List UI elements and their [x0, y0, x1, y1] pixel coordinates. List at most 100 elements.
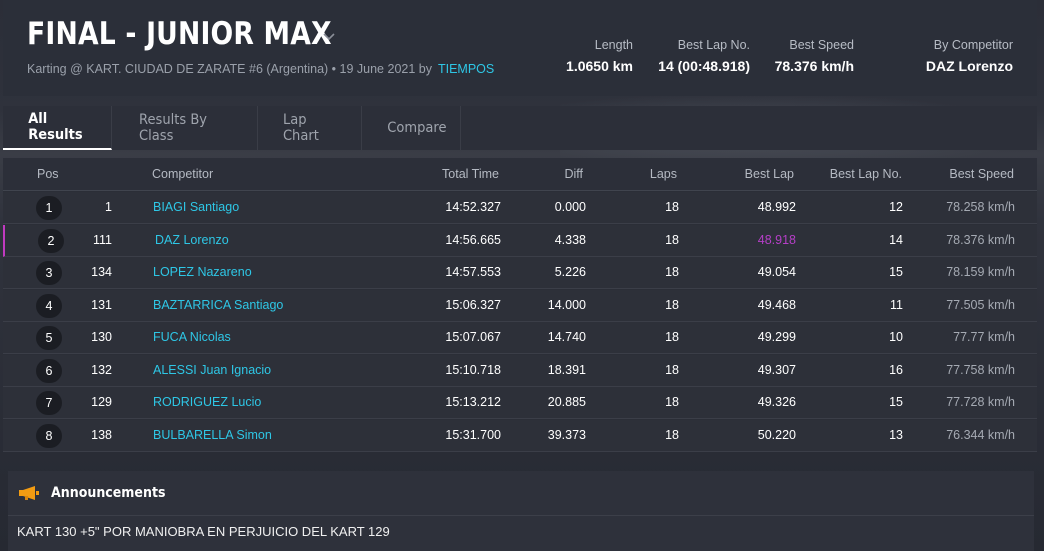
cell-diff: 18.391 [547, 362, 586, 377]
header-best-lap[interactable]: Best Lap [745, 167, 794, 181]
cell-best-lap-no: 16 [889, 362, 903, 377]
cell-total-time: 15:10.718 [445, 362, 501, 377]
megaphone-icon [19, 486, 39, 500]
cell-best-speed: 76.344 km/h [946, 427, 1015, 442]
header-diff[interactable]: Diff [564, 167, 583, 181]
cell-diff: 4.338 [554, 232, 586, 247]
table-row[interactable]: 6 132 ALESSI Juan Ignacio 15:10.718 18.391 18… [3, 354, 1037, 387]
table-row[interactable]: 7 129 RODRIGUEZ Lucio 15:13.212 20.885 18 49.3… [3, 387, 1037, 419]
cell-competitor[interactable]: ALESSI Juan Ignacio [153, 363, 271, 377]
cell-laps: 18 [665, 395, 679, 409]
cell-competitor[interactable]: RODRIGUEZ Lucio [153, 395, 261, 409]
tab-all-results-label: All Results [28, 111, 83, 143]
tab-all-results[interactable]: All Results [3, 106, 112, 150]
cell-competitor[interactable]: BULBARELLA Simon [153, 428, 272, 442]
cell-total-time: 15:13.212 [445, 395, 501, 409]
event-title[interactable]: FINAL - JUNIOR MAX [27, 16, 332, 52]
stat-length-label: Length [594, 38, 633, 52]
position-badge: 2 [38, 228, 64, 253]
header-best-lap-no[interactable]: Best Lap No. [830, 167, 902, 181]
cell-kart-number: 130 [91, 330, 112, 344]
cell-laps: 18 [665, 297, 679, 312]
tab-compare[interactable]: Compare [362, 106, 461, 150]
cell-best-lap: 48.992 [757, 200, 796, 214]
cell-diff: 14.000 [547, 297, 586, 312]
cell-laps: 18 [665, 232, 679, 247]
header-best-speed[interactable]: Best Speed [949, 167, 1014, 181]
cell-kart-number: 138 [91, 427, 112, 442]
cell-competitor[interactable]: BAZTARRICA Santiago [153, 298, 283, 312]
table-row[interactable]: 8 138 BULBARELLA Simon 15:31.700 39.373 18 50.… [3, 419, 1037, 452]
cell-best-lap-no: 12 [889, 200, 903, 214]
cell-best-lap-no: 15 [889, 395, 903, 409]
header-total-time[interactable]: Total Time [442, 167, 499, 181]
table-row[interactable]: 5 130 FUCA Nicolas 15:07.067 14.740 18 49.299 1… [3, 322, 1037, 354]
cell-total-time: 15:31.700 [445, 427, 501, 442]
stat-best-speed-label: Best Speed [789, 38, 854, 52]
results-table: Pos Competitor Total Time Diff Laps Best… [3, 158, 1037, 452]
cell-best-speed: 77.728 km/h [946, 395, 1015, 409]
cell-best-speed: 77.77 km/h [953, 330, 1015, 344]
table-row[interactable]: 2 111 DAZ Lorenzo 14:56.665 4.338 18 48.918 14 7… [3, 224, 1037, 257]
chevron-down-icon[interactable] [323, 30, 335, 42]
cell-best-lap-no: 13 [889, 427, 903, 442]
stat-length-value: 1.0650 km [566, 58, 633, 74]
cell-diff: 39.373 [547, 427, 586, 442]
stat-by-competitor-label: By Competitor [933, 38, 1013, 52]
table-row[interactable]: 1 1 BIAGI Santiago 14:52.327 0.000 18 48.992 12… [3, 192, 1037, 224]
announcement-text: KART 130 +5" POR MANIOBRA EN PERJUICIO D… [17, 524, 390, 539]
stat-best-speed-value: 78.376 km/h [774, 58, 854, 74]
cell-best-lap: 49.054 [757, 265, 796, 279]
cell-best-speed: 77.758 km/h [946, 362, 1015, 377]
cell-competitor[interactable]: LOPEZ Nazareno [153, 265, 252, 279]
header-laps[interactable]: Laps [650, 167, 677, 181]
cell-best-lap-no: 10 [889, 330, 903, 344]
header-competitor[interactable]: Competitor [152, 167, 213, 181]
event-subtitle-text: Karting @ KART. CIUDAD DE ZARATE #6 (Arg… [27, 62, 432, 76]
stat-best-lap-no-label: Best Lap No. [677, 38, 750, 52]
cell-laps: 18 [665, 362, 679, 377]
cell-total-time: 14:57.553 [445, 265, 501, 279]
cell-best-lap: 50.220 [757, 427, 796, 442]
cell-diff: 0.000 [554, 200, 586, 214]
organizer-link[interactable]: TIEMPOS [438, 62, 494, 76]
position-badge: 4 [36, 293, 62, 318]
cell-laps: 18 [665, 200, 679, 214]
table-row[interactable]: 4 131 BAZTARRICA Santiago 15:06.327 14.000 18… [3, 289, 1037, 322]
cell-kart-number: 1 [105, 200, 112, 214]
cell-laps: 18 [665, 330, 679, 344]
stat-best-lap-no-value: 14 (00:48.918) [658, 58, 750, 74]
cell-best-lap: 49.299 [757, 330, 796, 344]
cell-best-speed: 78.159 km/h [946, 265, 1015, 279]
cell-best-lap: 49.307 [757, 362, 796, 377]
cell-diff: 20.885 [547, 395, 586, 409]
position-badge: 7 [36, 391, 62, 415]
cell-kart-number: 129 [91, 395, 112, 409]
position-badge: 8 [36, 423, 62, 448]
tab-results-by-class[interactable]: Results By Class [112, 106, 258, 150]
announcements-title: Announcements [51, 485, 166, 501]
tab-compare-label: Compare [387, 120, 447, 136]
results-tabs: All Results Results By Class Lap Chart C… [3, 106, 1037, 150]
cell-total-time: 14:56.665 [445, 232, 501, 247]
cell-total-time: 14:52.327 [445, 200, 501, 214]
cell-total-time: 15:07.067 [445, 330, 501, 344]
tab-lap-chart-label: Lap Chart [282, 112, 319, 144]
position-badge: 6 [36, 358, 62, 383]
stat-best-speed: Best Speed 78.376 km/h [775, 38, 854, 74]
cell-kart-number: 111 [92, 232, 112, 247]
cell-laps: 18 [665, 265, 679, 279]
position-badge: 5 [36, 326, 62, 350]
cell-best-speed: 77.505 km/h [946, 297, 1015, 312]
cell-best-lap-no: 11 [890, 297, 903, 312]
tab-lap-chart[interactable]: Lap Chart [258, 106, 362, 150]
cell-competitor[interactable]: FUCA Nicolas [153, 330, 231, 344]
cell-best-lap-no: 15 [889, 265, 903, 279]
cell-best-lap: 48.918 [757, 232, 796, 247]
header-pos[interactable]: Pos [37, 167, 59, 181]
cell-competitor[interactable]: DAZ Lorenzo [155, 233, 229, 247]
table-row[interactable]: 3 134 LOPEZ Nazareno 14:57.553 5.226 18 49.054… [3, 257, 1037, 289]
stat-by-competitor-value: DAZ Lorenzo [925, 58, 1013, 74]
cell-competitor[interactable]: BIAGI Santiago [153, 200, 239, 214]
cell-best-speed: 78.258 km/h [946, 200, 1015, 214]
